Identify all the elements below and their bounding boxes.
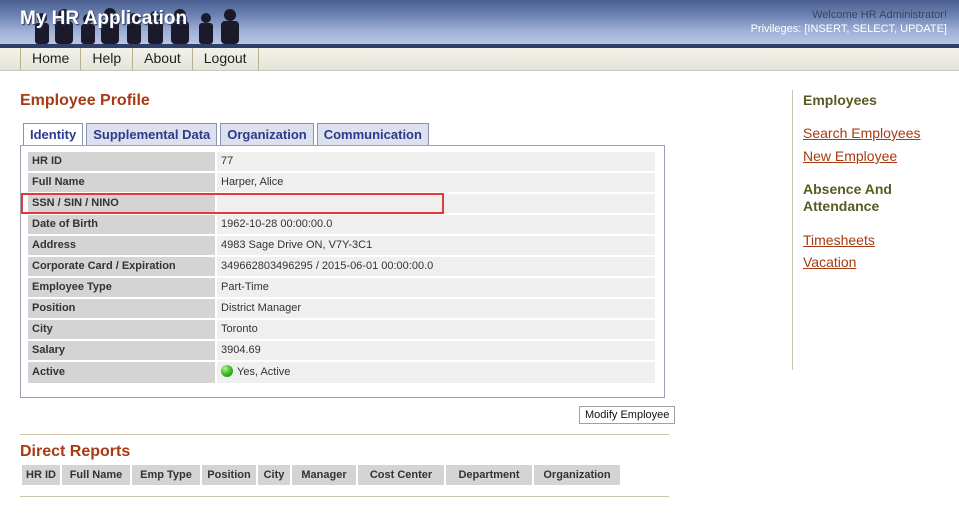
tab-organization[interactable]: Organization xyxy=(220,123,314,146)
field-label: Full Name xyxy=(28,173,215,192)
field-value: District Manager xyxy=(217,299,655,318)
field-label: Salary xyxy=(28,341,215,360)
active-status-text: Yes, Active xyxy=(237,366,291,378)
column-header-emp-type[interactable]: Emp Type xyxy=(132,465,200,485)
field-label: SSN / SIN / NINO xyxy=(28,194,215,213)
sidebar-link-new-employee[interactable]: New Employee xyxy=(803,148,897,164)
field-row-address: Address 4983 Sage Drive ON, V7Y-3C1 xyxy=(28,236,655,255)
sidebar-link-vacation[interactable]: Vacation xyxy=(803,254,856,270)
field-row-full-name: Full Name Harper, Alice xyxy=(28,173,655,192)
menu-home[interactable]: Home xyxy=(20,48,80,70)
menu-help[interactable]: Help xyxy=(80,48,132,70)
field-row-city: City Toronto xyxy=(28,320,655,339)
identity-panel: HR ID 77 Full Name Harper, Alice SSN / S… xyxy=(20,145,665,398)
field-value: Harper, Alice xyxy=(217,173,655,192)
field-label: Address xyxy=(28,236,215,255)
page-title: Employee Profile xyxy=(20,92,150,109)
column-header-organization[interactable]: Organization xyxy=(534,465,620,485)
field-value: 77 xyxy=(217,152,655,171)
field-row-hr-id: HR ID 77 xyxy=(28,152,655,171)
field-row-active: Active Yes, Active xyxy=(28,362,655,383)
field-value-active: Yes, Active xyxy=(217,362,655,383)
menu-about[interactable]: About xyxy=(132,48,192,70)
field-row-corporate-card: Corporate Card / Expiration 349662803496… xyxy=(28,257,655,276)
column-header-position[interactable]: Position xyxy=(202,465,256,485)
field-label: Employee Type xyxy=(28,278,215,297)
field-value xyxy=(217,194,655,213)
field-value: 1962-10-28 00:00:00.0 xyxy=(217,215,655,234)
field-row-employee-type: Employee Type Part-Time xyxy=(28,278,655,297)
sidebar: Employees Search Employees New Employee … xyxy=(792,90,943,370)
field-value: Part-Time xyxy=(217,278,655,297)
identity-fields: HR ID 77 Full Name Harper, Alice SSN / S… xyxy=(28,152,655,385)
field-row-position: Position District Manager xyxy=(28,299,655,318)
field-row-ssn: SSN / SIN / NINO xyxy=(28,194,655,213)
sidebar-link-search-employees[interactable]: Search Employees xyxy=(803,125,921,141)
sidebar-heading-absence: Absence And Attendance xyxy=(803,181,892,214)
field-value: Toronto xyxy=(217,320,655,339)
menu-logout[interactable]: Logout xyxy=(191,48,259,70)
sidebar-heading-employees: Employees xyxy=(803,92,877,108)
privileges-text: Privileges: [INSERT, SELECT, UPDATE] xyxy=(750,23,947,35)
field-label: Position xyxy=(28,299,215,318)
direct-reports-title: Direct Reports xyxy=(20,443,131,460)
tab-communication[interactable]: Communication xyxy=(316,123,429,146)
section-divider xyxy=(20,496,669,497)
field-label: Corporate Card / Expiration xyxy=(28,257,215,276)
column-header-department[interactable]: Department xyxy=(446,465,532,485)
field-label: Date of Birth xyxy=(28,215,215,234)
column-header-manager[interactable]: Manager xyxy=(292,465,356,485)
field-label: Active xyxy=(28,362,215,383)
column-header-hr-id[interactable]: HR ID xyxy=(22,465,60,485)
field-label: City xyxy=(28,320,215,339)
green-dot-icon xyxy=(221,365,233,377)
field-value: 3904.69 xyxy=(217,341,655,360)
field-value: 4983 Sage Drive ON, V7Y-3C1 xyxy=(217,236,655,255)
main-menu: Home Help About Logout xyxy=(0,48,959,71)
column-header-city[interactable]: City xyxy=(258,465,290,485)
field-row-salary: Salary 3904.69 xyxy=(28,341,655,360)
field-value: 349662803496295 / 2015-06-01 00:00:00.0 xyxy=(217,257,655,276)
modify-employee-button[interactable]: Modify Employee xyxy=(579,406,676,424)
welcome-text: Welcome HR Administrator! xyxy=(812,9,947,21)
field-label: HR ID xyxy=(28,152,215,171)
field-row-date-of-birth: Date of Birth 1962-10-28 00:00:00.0 xyxy=(28,215,655,234)
column-header-cost-center[interactable]: Cost Center xyxy=(358,465,444,485)
tab-supplemental-data[interactable]: Supplemental Data xyxy=(86,123,218,146)
app-title: My HR Application xyxy=(20,8,188,29)
direct-reports-header: HR ID Full Name Emp Type Position City M… xyxy=(22,465,622,485)
app-banner: My HR Application Welcome HR Administrat… xyxy=(0,0,959,44)
column-header-full-name[interactable]: Full Name xyxy=(62,465,130,485)
section-divider xyxy=(20,434,669,435)
sidebar-link-timesheets[interactable]: Timesheets xyxy=(803,232,875,248)
